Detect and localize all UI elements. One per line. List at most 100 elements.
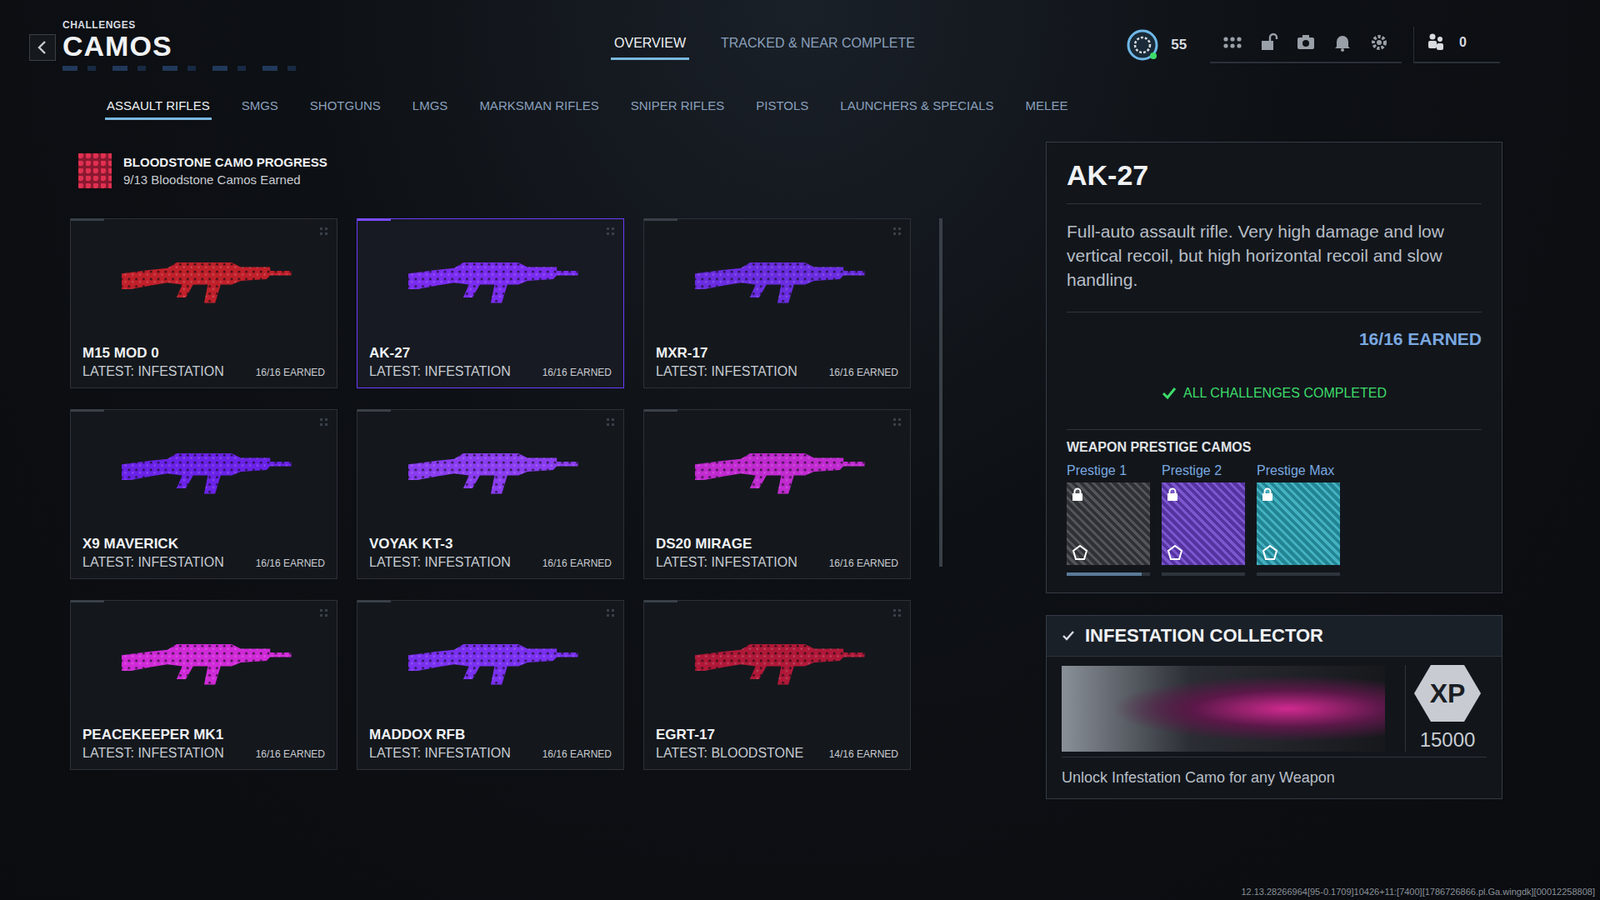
- category-tab[interactable]: SHOTGUNS: [308, 96, 383, 120]
- lock-icon: [1166, 487, 1179, 501]
- prestige-progress: [1161, 572, 1245, 576]
- player-emblem-icon[interactable]: [1125, 28, 1160, 62]
- category-tabs: ASSAULT RIFLES SMGS SHOTGUNS LMGS MARKSMAN R…: [0, 75, 1600, 120]
- earned-count: 16/16 EARNED: [542, 557, 612, 570]
- camera-icon[interactable]: [1295, 31, 1317, 54]
- main-nav: OVERVIEW TRACKED & NEAR COMPLETE: [610, 30, 919, 60]
- weapon-card[interactable]: AK-27 LATEST: INFESTATION 16/16 EARNED: [356, 218, 625, 389]
- prestige-emblem-icon: [1165, 544, 1185, 561]
- progress-title: BLOODSTONE CAMO PROGRESS: [123, 155, 328, 170]
- weapon-card[interactable]: DS20 MIRAGE LATEST: INFESTATION 16/16 EA…: [643, 409, 911, 580]
- xp-reward: XP 15000: [1405, 665, 1481, 752]
- weapon-title: AK-27: [1066, 155, 1482, 204]
- earned-count: 16/16 EARNED: [255, 557, 325, 570]
- reward-panel: INFESTATION COLLECTOR XP 15000 Unlock In…: [1045, 615, 1503, 800]
- corner-dots-icon: [320, 227, 329, 236]
- earned-count: 16/16 EARNED: [255, 366, 325, 379]
- lock-icon[interactable]: [1258, 31, 1280, 54]
- card-accent: [70, 218, 105, 221]
- category-tab[interactable]: SNIPER RIFLES: [629, 96, 727, 120]
- latest-camo: LATEST: INFESTATION: [369, 364, 511, 380]
- corner-dots-icon: [893, 609, 902, 618]
- latest-camo: LATEST: INFESTATION: [82, 555, 225, 570]
- weapon-card[interactable]: X9 MAVERICK LATEST: INFESTATION 16/16 EA…: [70, 409, 338, 580]
- weapon-list: BLOODSTONE CAMO PROGRESS 9/13 Bloodstone…: [70, 150, 946, 800]
- card-accent: [644, 600, 678, 603]
- reward-description: Unlock Infestation Camo for any Weapon: [1061, 756, 1487, 787]
- reward-image: [1061, 665, 1385, 752]
- weapon-card[interactable]: VOYAK KT-3 LATEST: INFESTATION 16/16 EAR…: [356, 409, 625, 580]
- latest-camo: LATEST: INFESTATION: [655, 555, 798, 570]
- weapon-name: MXR-17: [655, 345, 899, 362]
- grid-icon[interactable]: [1221, 31, 1244, 54]
- nav-tab[interactable]: TRACKED & NEAR COMPLETE: [717, 30, 919, 60]
- earned-count: 16/16 EARNED: [829, 557, 899, 570]
- bell-icon[interactable]: [1331, 31, 1354, 54]
- weapon-card[interactable]: EGRT-17 LATEST: BLOODSTONE 14/16 EARNED: [643, 600, 911, 770]
- weapon-card[interactable]: PEACEKEEPER MK1 LATEST: INFESTATION 16/1…: [70, 600, 338, 770]
- corner-dots-icon: [320, 609, 329, 618]
- overline: CHALLENGES: [62, 19, 313, 31]
- gear-icon[interactable]: [1368, 31, 1390, 54]
- scroll-thumb[interactable]: [939, 218, 943, 567]
- weapon-name: PEACEKEEPER MK1: [82, 726, 325, 744]
- prestige-label: Prestige 2: [1161, 463, 1245, 479]
- category-tab[interactable]: MELEE: [1024, 96, 1070, 120]
- back-button[interactable]: [29, 34, 56, 61]
- category-tab[interactable]: LMGS: [410, 96, 450, 120]
- weapon-name: X9 MAVERICK: [82, 535, 325, 553]
- weapon-icon: [399, 247, 583, 313]
- card-accent: [357, 218, 391, 221]
- check-icon: [1061, 630, 1075, 642]
- prestige-camo[interactable]: Prestige Max: [1256, 463, 1340, 576]
- category-tab[interactable]: SMGS: [240, 96, 280, 120]
- category-tab[interactable]: ASSAULT RIFLES: [105, 96, 212, 120]
- latest-camo: LATEST: INFESTATION: [369, 745, 511, 761]
- nav-tab[interactable]: OVERVIEW: [610, 30, 690, 60]
- scrollbar[interactable]: [939, 218, 943, 567]
- card-accent: [70, 409, 105, 412]
- weapon-name: MADDOX RFB: [369, 726, 612, 744]
- latest-camo: LATEST: INFESTATION: [369, 555, 511, 570]
- category-tab[interactable]: PISTOLS: [754, 96, 810, 120]
- earned-count: 16/16 EARNED: [829, 366, 899, 379]
- check-icon: [1161, 386, 1177, 400]
- earned-count: 14/16 EARNED: [829, 748, 899, 760]
- weapon-card[interactable]: MADDOX RFB LATEST: INFESTATION 16/16 EAR…: [356, 600, 625, 770]
- prestige-camo[interactable]: Prestige 2: [1161, 463, 1245, 576]
- weapon-icon: [685, 247, 870, 313]
- card-accent: [644, 409, 678, 412]
- camos-screen: CHALLENGES CAMOS OVERVIEW TRACKED & NEAR …: [0, 0, 1600, 900]
- card-accent: [357, 600, 391, 603]
- corner-dots-icon: [606, 609, 615, 618]
- category-tab[interactable]: MARKSMAN RIFLES: [477, 96, 600, 120]
- chevron-left-icon: [35, 39, 50, 56]
- prestige-thumbnail: [1161, 482, 1245, 565]
- friends-button[interactable]: 0: [1413, 26, 1500, 64]
- earned-count: 16/16 EARNED: [542, 748, 612, 760]
- title: CAMOS: [62, 30, 313, 62]
- prestige-emblem-icon: [1070, 544, 1090, 561]
- weapon-card[interactable]: M15 MOD 0 LATEST: INFESTATION 16/16 EARN…: [70, 218, 338, 389]
- category-tab[interactable]: LAUNCHERS & SPECIALS: [838, 96, 995, 120]
- card-accent: [357, 409, 391, 412]
- weapon-icon: [112, 438, 296, 504]
- prestige-progress: [1066, 572, 1150, 576]
- page-title: CHALLENGES CAMOS: [62, 19, 313, 70]
- weapon-icon: [399, 438, 583, 504]
- friends-count: 0: [1459, 35, 1467, 50]
- completion-status: ALL CHALLENGES COMPLETED: [1066, 349, 1482, 430]
- prestige-emblem-icon: [1260, 544, 1280, 561]
- menu-icons: [1210, 26, 1402, 64]
- weapon-card[interactable]: MXR-17 LATEST: INFESTATION 16/16 EARNED: [643, 218, 911, 389]
- weapon-icon: [685, 629, 870, 695]
- prestige-thumbnail: [1256, 482, 1340, 565]
- people-icon: [1425, 31, 1446, 54]
- bloodstone-thumbnail: [78, 153, 112, 189]
- weapon-icon: [399, 629, 583, 695]
- prestige-camo[interactable]: Prestige 1: [1066, 463, 1150, 576]
- weapon-icon: [112, 247, 296, 313]
- prestige-title: WEAPON PRESTIGE CAMOS: [1066, 430, 1482, 464]
- earned-count: 16/16 EARNED: [255, 748, 325, 760]
- corner-dots-icon: [606, 418, 615, 427]
